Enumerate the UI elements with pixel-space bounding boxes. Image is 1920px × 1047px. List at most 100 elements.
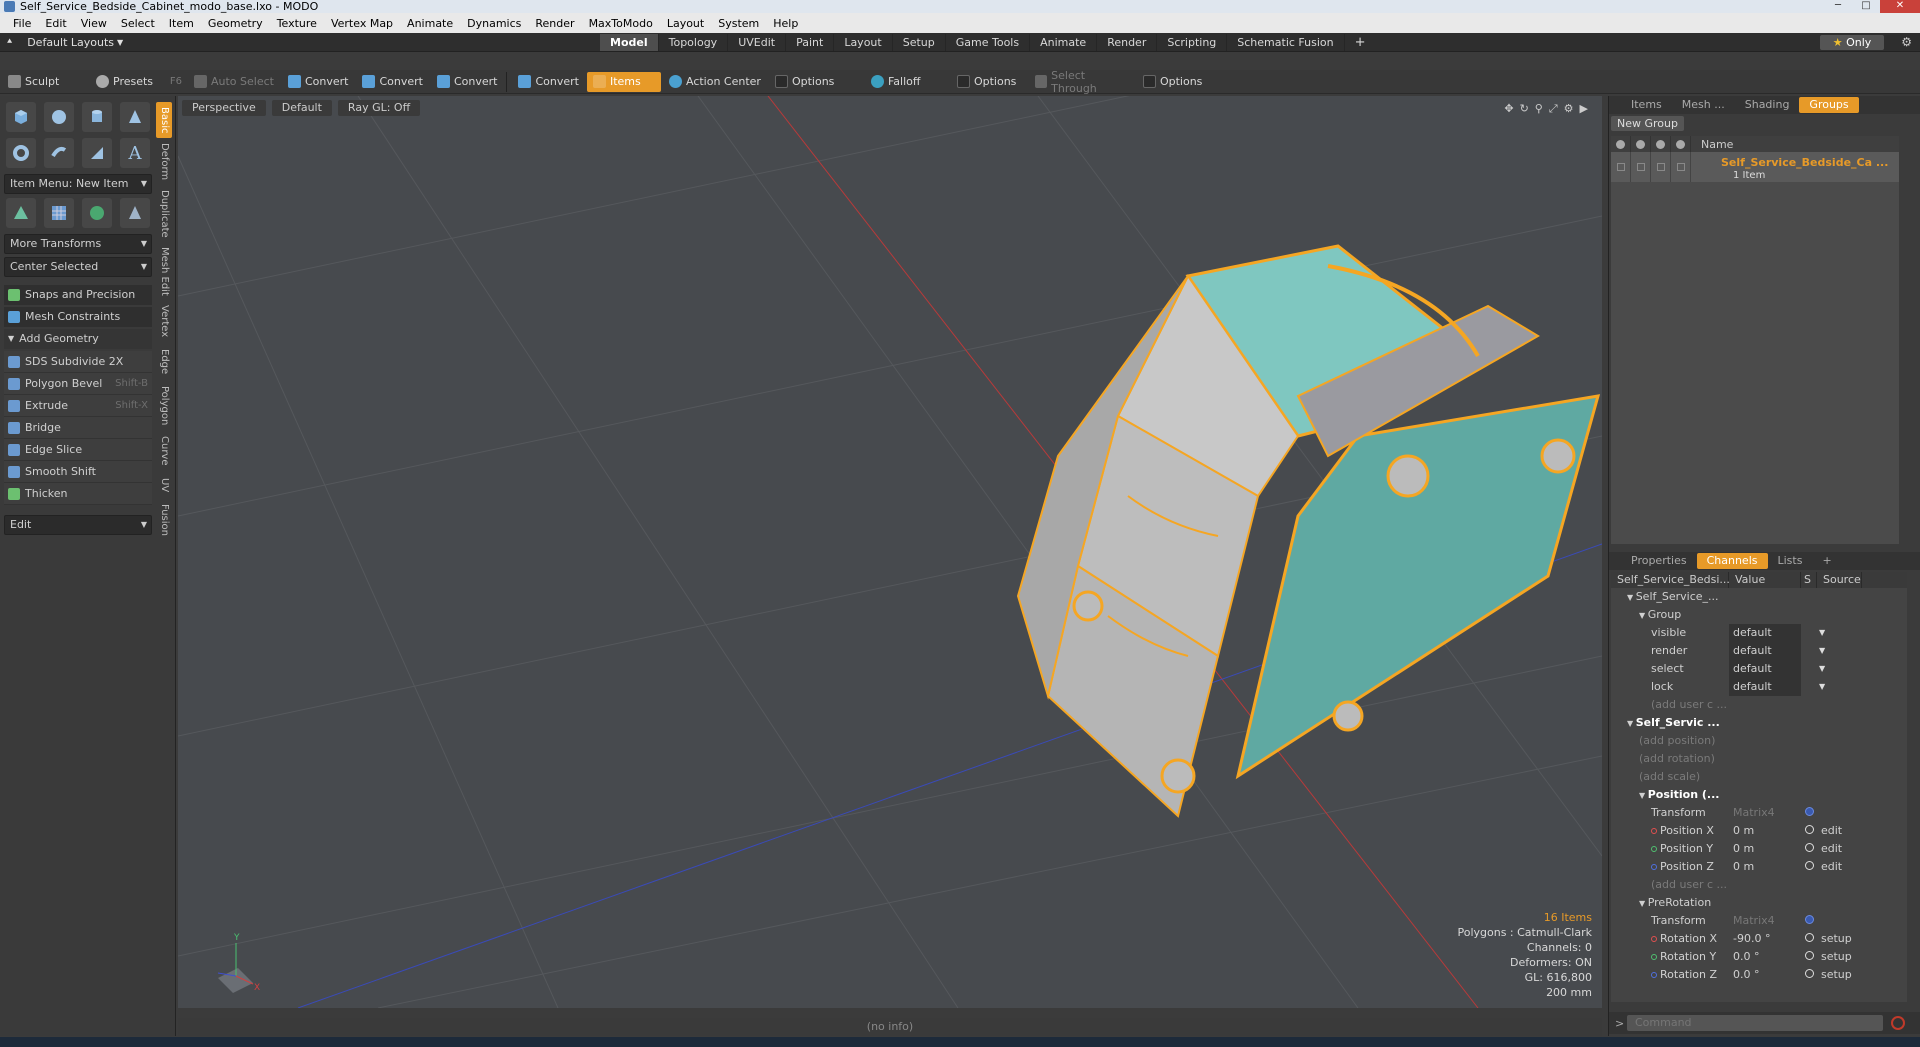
menu-dynamics[interactable]: Dynamics xyxy=(460,17,528,30)
tab-model[interactable]: Model xyxy=(600,34,659,51)
channel-row[interactable]: ▼ Group xyxy=(1611,606,1907,624)
tool-polygon-bevel[interactable]: Polygon Bevel Shift-B xyxy=(4,373,152,395)
curve-primitive-button[interactable] xyxy=(82,138,112,168)
vtab-edge[interactable]: Edge xyxy=(156,346,172,378)
channel-value[interactable]: 0 m xyxy=(1729,822,1801,840)
select-toggle[interactable] xyxy=(1671,152,1691,182)
vtab-curve[interactable]: Curve xyxy=(156,434,172,468)
channel-row[interactable]: ▼ PreRotation xyxy=(1611,894,1907,912)
channel-value[interactable]: default xyxy=(1729,624,1801,642)
tool-extrude[interactable]: Extrude Shift-X xyxy=(4,395,152,417)
tab-properties[interactable]: Properties xyxy=(1621,553,1697,569)
only-button[interactable]: ★ Only xyxy=(1820,35,1884,50)
shading-mode-button[interactable]: Default xyxy=(271,100,332,116)
channel-row[interactable]: visible default ▼ xyxy=(1611,624,1907,642)
cabinet-model[interactable] xyxy=(1016,244,1601,818)
channel-row[interactable]: select default ▼ xyxy=(1611,660,1907,678)
expand-triangle-icon[interactable]: ▼ xyxy=(1639,899,1648,908)
cube-primitive-button[interactable] xyxy=(6,102,36,132)
action-center-options-button[interactable]: Options xyxy=(769,72,863,92)
rotate-icon[interactable]: ↻ xyxy=(1520,102,1529,116)
convert-button-1[interactable]: Convert xyxy=(282,72,355,92)
channel-row[interactable]: Rotation Y 0.0 ° setup xyxy=(1611,948,1907,966)
more-transforms-dropdown[interactable]: More Transforms xyxy=(4,234,152,254)
tool-smooth-shift[interactable]: Smooth Shift xyxy=(4,461,152,483)
snaps-precision-button[interactable]: Snaps and Precision xyxy=(4,285,152,305)
sculpt-button[interactable]: Sculpt xyxy=(2,72,88,92)
tab-schematic-fusion[interactable]: Schematic Fusion xyxy=(1227,34,1345,51)
text-primitive-button[interactable]: A xyxy=(120,138,150,168)
convert-button-4[interactable]: Convert xyxy=(512,72,585,92)
channel-row[interactable]: (add user c ... xyxy=(1611,696,1907,714)
channel-row[interactable]: ▼ Self_Service_... xyxy=(1611,588,1907,606)
select-options-button[interactable]: Options xyxy=(1137,72,1208,92)
fit-icon[interactable]: ⤢ xyxy=(1549,102,1558,116)
tab-uvedit[interactable]: UVEdit xyxy=(728,34,787,51)
vtab-basic[interactable]: Basic xyxy=(156,102,172,138)
channel-row[interactable]: ▼ Self_Servic ... xyxy=(1611,714,1907,732)
add-tab-button[interactable]: + xyxy=(1345,34,1376,51)
channel-value[interactable]: 0 m xyxy=(1729,840,1801,858)
torus-primitive-button[interactable] xyxy=(6,138,36,168)
gear-icon[interactable]: ⚙ xyxy=(1901,35,1912,49)
channel-row[interactable]: Transform Matrix4 xyxy=(1611,912,1907,930)
pyramid-button[interactable] xyxy=(120,198,150,228)
tab-topology[interactable]: Topology xyxy=(659,34,729,51)
render-toggle[interactable] xyxy=(1631,152,1651,182)
channel-value[interactable]: default xyxy=(1729,678,1801,696)
channel-row[interactable]: Position Z 0 m edit xyxy=(1611,858,1907,876)
action-center-button[interactable]: Action Center xyxy=(663,72,767,92)
auto-select-button[interactable]: Auto Select xyxy=(188,72,280,92)
chevron-down-icon[interactable]: ▼ xyxy=(1819,642,1825,660)
render-icon[interactable] xyxy=(1631,136,1651,152)
channel-row[interactable]: (add position) xyxy=(1611,732,1907,750)
menu-maxtomodo[interactable]: MaxToModo xyxy=(582,17,660,30)
tool-bridge[interactable]: Bridge xyxy=(4,417,152,439)
channel-value[interactable]: Matrix4 xyxy=(1729,804,1801,822)
menu-layout[interactable]: Layout xyxy=(660,17,711,30)
add-geometry-header[interactable]: ▼ Add Geometry xyxy=(4,329,152,349)
channel-value[interactable]: default xyxy=(1729,660,1801,678)
tab-setup[interactable]: Setup xyxy=(893,34,946,51)
globe-button[interactable] xyxy=(82,198,112,228)
edit-dropdown[interactable]: Edit xyxy=(4,515,152,535)
vtab-uv[interactable]: UV xyxy=(156,474,172,496)
view-type-button[interactable]: Perspective xyxy=(182,100,266,116)
keyframe-icon[interactable] xyxy=(1804,951,1814,960)
tool-thicken[interactable]: Thicken xyxy=(4,483,152,505)
select-icon[interactable] xyxy=(1671,136,1691,152)
chevron-down-icon[interactable]: ▼ xyxy=(1819,660,1825,678)
minimize-button[interactable]: ─ xyxy=(1824,0,1852,13)
items-mode-button[interactable]: Items xyxy=(586,71,661,92)
link-icon[interactable] xyxy=(1804,807,1814,816)
grid-button[interactable] xyxy=(44,198,74,228)
channel-row[interactable]: Rotation Z 0.0 ° setup xyxy=(1611,966,1907,984)
tab-items[interactable]: Items xyxy=(1621,97,1672,113)
channel-row[interactable]: ▼ Position (... xyxy=(1611,786,1907,804)
keyframe-icon[interactable] xyxy=(1804,969,1814,978)
convert-button-3[interactable]: Convert xyxy=(431,72,504,92)
menu-select[interactable]: Select xyxy=(114,17,162,30)
convert-button-2[interactable]: Convert xyxy=(356,72,429,92)
tool-sds-subdivide[interactable]: SDS Subdivide 2X xyxy=(4,351,152,373)
cylinder-primitive-button[interactable] xyxy=(82,102,112,132)
channel-value[interactable]: 0.0 ° xyxy=(1729,966,1801,984)
new-group-button[interactable]: New Group xyxy=(1611,115,1684,131)
presets-button[interactable]: Presets F6 xyxy=(90,72,186,92)
channel-row[interactable]: (add rotation) xyxy=(1611,750,1907,768)
add-tab-button[interactable]: + xyxy=(1812,553,1841,569)
raygl-button[interactable]: Ray GL: Off xyxy=(337,100,421,116)
group-row[interactable]: Self_Service_Bedside_Ca ... 1 Item xyxy=(1611,152,1899,182)
menu-edit[interactable]: Edit xyxy=(38,17,73,30)
expand-triangle-icon[interactable]: ▼ xyxy=(1627,719,1636,728)
lock-toggle[interactable] xyxy=(1651,152,1671,182)
keyframe-icon[interactable] xyxy=(1804,843,1814,852)
channel-value[interactable]: 0 m xyxy=(1729,858,1801,876)
tab-layout[interactable]: Layout xyxy=(834,34,893,51)
expand-triangle-icon[interactable]: ▼ xyxy=(1639,611,1648,620)
vtab-duplicate[interactable]: Duplicate xyxy=(156,188,172,240)
center-selected-dropdown[interactable]: Center Selected xyxy=(4,257,152,277)
keyframe-icon[interactable] xyxy=(1804,861,1814,870)
tab-lists[interactable]: Lists xyxy=(1768,553,1813,569)
close-button[interactable]: ✕ xyxy=(1880,0,1920,13)
